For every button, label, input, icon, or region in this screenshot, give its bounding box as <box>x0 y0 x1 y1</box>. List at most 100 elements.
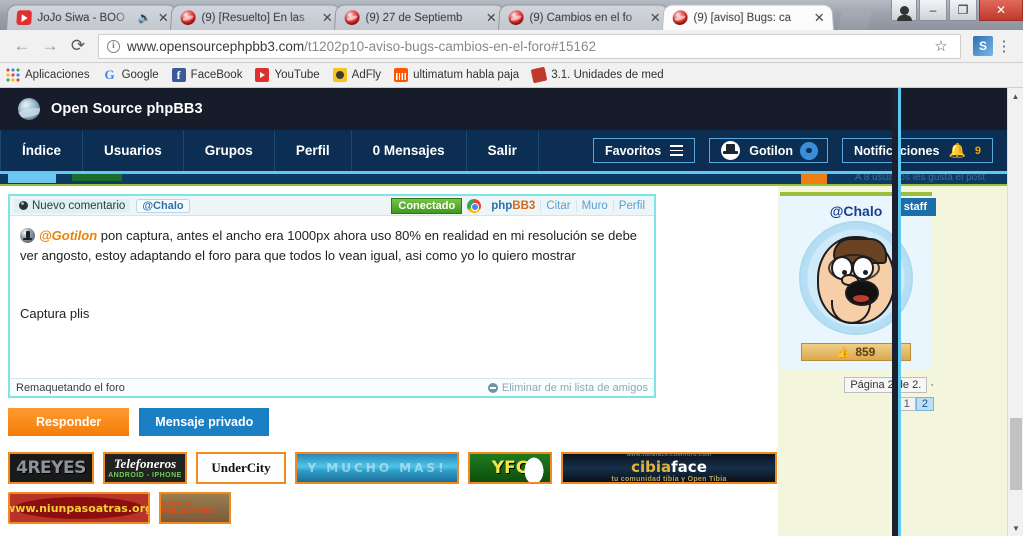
tab-close-icon[interactable]: ✕ <box>320 10 335 25</box>
post-action-perfil[interactable]: Perfil <box>612 199 650 212</box>
tab-audio-icon[interactable]: 🔈 <box>138 11 152 24</box>
back-icon[interactable]: ← <box>8 32 36 60</box>
favorites-button[interactable]: Favoritos <box>592 138 696 163</box>
nav-item-grupos[interactable]: Grupos <box>184 130 275 171</box>
banner-telefoneros[interactable]: Telefoneros ANDROID - IPHONE <box>103 452 187 484</box>
user-menu-button[interactable]: Gotilon <box>709 138 828 163</box>
tab-close-icon[interactable]: ✕ <box>648 10 663 25</box>
browser-tab-active[interactable]: (9) [aviso] Bugs: ca ✕ <box>662 4 834 30</box>
hamburger-icon <box>670 143 684 158</box>
minimize-button[interactable]: – <box>919 0 947 21</box>
author-card: staff @Chalo 👍 859 <box>780 192 936 369</box>
page-number-2[interactable]: 2 <box>915 397 934 411</box>
close-window-button[interactable]: ✕ <box>979 0 1023 21</box>
favorites-label: Favoritos <box>604 143 662 158</box>
browser-tab[interactable]: (9) [Resuelto] En las ✕ <box>170 4 342 30</box>
banner-y-mucho-mas[interactable]: Y MUCHO MAS! <box>295 452 459 484</box>
site-info-icon[interactable]: i <box>107 39 120 53</box>
nav-item-usuarios[interactable]: Usuarios <box>83 130 184 171</box>
truncated-likes-row: A 8 usuarios les gusta el post <box>0 174 1007 186</box>
bookmark-youtube[interactable]: YouTube <box>255 68 320 82</box>
phpbb-icon <box>180 10 196 26</box>
reload-icon[interactable]: ⟳ <box>64 32 92 60</box>
forward-icon[interactable]: → <box>36 32 64 60</box>
post-header: Nuevo comentario @Chalo Conectado phpBB3… <box>10 196 654 216</box>
nav-item-indice[interactable]: Índice <box>0 130 84 171</box>
banner-brick[interactable]: BANNER PUBLICITARIO <box>159 492 231 524</box>
forum-page: Open Source phpBB3 Índice Usuarios Grupo… <box>0 88 1007 536</box>
tab-close-icon[interactable]: ✕ <box>812 10 827 25</box>
bookmark-apps[interactable]: Aplicaciones <box>6 68 90 82</box>
tab-close-icon[interactable]: ✕ <box>156 10 171 25</box>
phpbb-icon <box>672 10 688 26</box>
pagination-numbers: 12 <box>778 397 934 411</box>
banner-yfc[interactable]: YFC <box>468 452 552 484</box>
browser-menu-icon[interactable]: ⋮ <box>993 37 1015 55</box>
new-comment-marker[interactable]: Nuevo comentario <box>14 198 131 213</box>
bookmark-label: 3.1. Unidades de med <box>551 69 664 81</box>
bookmark-label: Aplicaciones <box>25 69 90 81</box>
post-footer: Remaquetando el foro Eliminar de mi list… <box>10 378 654 396</box>
facebook-icon: f <box>171 68 186 82</box>
bell-icon: 🔔 <box>948 142 966 158</box>
banner-cibiaface[interactable]: www.tibiaface.com/foro.com cibiaface tu … <box>561 452 777 484</box>
new-comment-label: Nuevo comentario <box>32 199 126 212</box>
nav-item-perfil[interactable]: Perfil <box>275 130 352 171</box>
post-action-muro[interactable]: Muro <box>575 199 613 212</box>
browser-toolbar: ← → ⟳ i www.opensourcephpbb3.com/t1202p1… <box>0 30 1023 63</box>
bookmark-label: AdFly <box>351 69 382 81</box>
post-author-chip[interactable]: @Chalo <box>136 198 190 213</box>
tab-close-icon[interactable]: ✕ <box>484 10 499 25</box>
remove-friend-link[interactable]: Eliminar de mi lista de amigos <box>487 382 648 394</box>
post-action-citar[interactable]: Citar <box>540 199 575 212</box>
maximize-button[interactable]: ❐ <box>949 0 977 21</box>
banner-telefoneros-title: Telefoneros <box>113 455 177 471</box>
banner-niunpasoatras[interactable]: www.niunpasoatras.org <box>8 492 150 524</box>
post-action-buttons: Responder Mensaje privado <box>8 408 778 436</box>
reply-button[interactable]: Responder <box>8 408 130 436</box>
private-message-button[interactable]: Mensaje privado <box>139 408 270 436</box>
extension-icon[interactable]: S <box>973 36 993 56</box>
bookmark-adfly[interactable]: AdFly <box>332 68 382 82</box>
browser-tab[interactable]: (9) 27 de Septiemb ✕ <box>334 4 506 30</box>
new-tab-button[interactable] <box>838 10 872 30</box>
scroll-down-arrow-icon[interactable]: ▼ <box>1008 520 1023 536</box>
content-wrapper: Nuevo comentario @Chalo Conectado phpBB3… <box>0 186 1007 536</box>
banner-4reyes[interactable]: 4REYES <box>8 452 94 484</box>
google-icon: G <box>104 67 115 82</box>
bookmark-google[interactable]: G Google <box>103 68 159 82</box>
window-controls: – ❐ ✕ <box>889 0 1023 22</box>
url-path: /t1202p10-aviso-bugs-cambios-en-el-foro#… <box>304 38 597 54</box>
notifications-button[interactable]: Notificaciones 🔔 9 <box>842 138 993 163</box>
banner-undercity[interactable]: UnderCity <box>196 452 286 484</box>
browser-tab[interactable]: JoJo Siwa - BOO 🔈 ✕ <box>6 4 178 30</box>
banner-telefoneros-sub: ANDROID - IPHONE <box>108 471 182 479</box>
gear-icon[interactable] <box>802 143 816 158</box>
page-viewport: Open Source phpBB3 Índice Usuarios Grupo… <box>0 88 1023 536</box>
adfly-icon <box>332 68 347 82</box>
browser-tab[interactable]: (9) Cambios en el fo ✕ <box>498 4 670 30</box>
bookmark-star-icon[interactable]: ☆ <box>930 37 952 55</box>
bookmark-ultimatum[interactable]: ultimatum habla paja <box>394 68 519 82</box>
address-bar[interactable]: i www.opensourcephpbb3.com/t1202p10-avis… <box>98 33 961 59</box>
scroll-up-arrow-icon[interactable]: ▲ <box>1008 88 1023 104</box>
likes-count: 859 <box>855 345 876 359</box>
affiliate-banners: 4REYES Telefoneros ANDROID - IPHONE Unde… <box>8 452 778 524</box>
truncated-likes-text: A 8 usuarios les gusta el post <box>854 174 985 183</box>
post-paragraph-1: @Gotilon pon captura, antes el ancho era… <box>20 226 644 266</box>
post-mention[interactable]: @Gotilon <box>39 228 97 243</box>
scrollbar-thumb[interactable] <box>1010 418 1022 490</box>
profile-button[interactable] <box>891 0 917 21</box>
nav-item-salir[interactable]: Salir <box>467 130 539 171</box>
phpbb-icon <box>344 10 360 26</box>
bookmark-unidades[interactable]: 3.1. Unidades de med <box>530 66 664 84</box>
banner-cibia-title: cibiaface <box>631 458 707 476</box>
post-body: @Gotilon pon captura, antes el ancho era… <box>10 216 654 378</box>
nav-item-mensajes[interactable]: 0 Mensajes <box>352 130 467 171</box>
bookmark-facebook[interactable]: f FaceBook <box>171 68 242 82</box>
vertical-scrollbar[interactable]: ▲ ▼ <box>1007 88 1023 536</box>
post-column: Nuevo comentario @Chalo Conectado phpBB3… <box>0 186 778 536</box>
minus-circle-icon <box>487 382 498 393</box>
post-header-actions: Conectado phpBB3 Citar Muro Perfil <box>391 197 650 214</box>
browser-window: JoJo Siwa - BOO 🔈 ✕ (9) [Resuelto] En la… <box>0 0 1023 536</box>
